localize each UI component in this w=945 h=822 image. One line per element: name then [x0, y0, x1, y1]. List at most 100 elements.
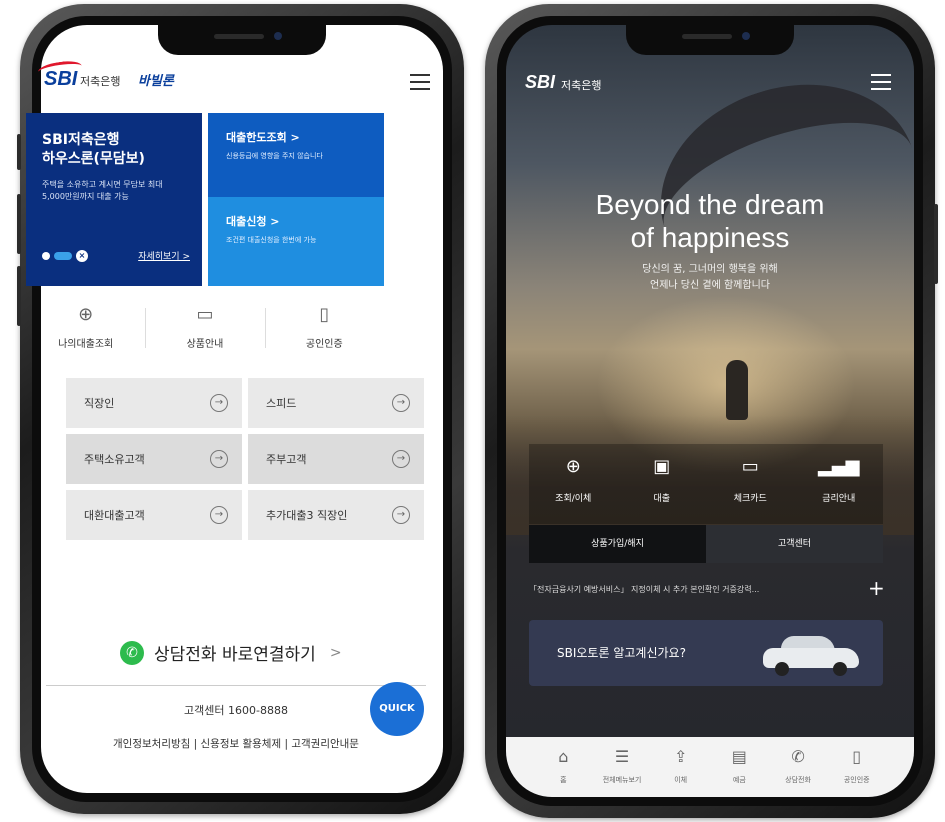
quick-label: 상품안내 [186, 339, 224, 350]
mobile-cert-icon: ▯ [319, 304, 330, 325]
speaker [682, 34, 732, 39]
nav-deposit[interactable]: ▤ 예금 [710, 737, 769, 797]
carousel-dot[interactable] [42, 252, 50, 260]
hero-line2: of happiness [630, 222, 790, 253]
nav-home[interactable]: ⌂ 홈 [534, 737, 593, 797]
tab-customer-center[interactable]: 고객센터 [706, 525, 883, 563]
divider [46, 685, 426, 686]
chevron-right-icon: > [329, 644, 342, 661]
footer-links[interactable]: 개인정보처리방침 | 신용정보 활용체제 | 고객권리안내문 [0, 736, 472, 751]
grid-office-worker[interactable]: 직장인 → [66, 378, 242, 428]
arrow-right-icon: → [392, 450, 410, 468]
grid-refinance[interactable]: 대환대출고객 → [66, 490, 242, 540]
quick-label: 공인인증 [305, 339, 343, 350]
promo-text: SBI오토론 알고계신가요? [557, 646, 686, 660]
menu-inquiry-transfer[interactable]: ⊕ 조회/이체 [529, 444, 618, 524]
grid-label: 스피드 [266, 397, 297, 410]
nav-label: 상담전화 [785, 776, 811, 784]
grid-speed[interactable]: 스피드 → [248, 378, 424, 428]
main-menu: ⊕ 조회/이체 ▣ 대출 ▭ 체크카드 ▂▄▆ 금리안내 [529, 444, 883, 524]
hero-line1: Beyond the dream [595, 189, 825, 220]
card-icon: ▭ [741, 456, 759, 477]
banner-title-line1: SBI저축은행 [42, 132, 120, 148]
bank-name: 저축은행 [561, 79, 602, 92]
sbi-logo[interactable]: SBI [37, 59, 83, 91]
camera [742, 32, 750, 40]
menu-icon[interactable] [871, 74, 891, 90]
transfer-icon: ⇪ [673, 747, 688, 766]
nav-certificate[interactable]: ▯ 공인인증 [827, 737, 886, 797]
loan-icon: ▣ [653, 456, 671, 477]
grid-label: 주택소유고객 [84, 453, 145, 466]
notch [158, 25, 326, 55]
briefcase-icon: ▭ [196, 304, 214, 325]
nav-transfer[interactable]: ⇪ 이체 [651, 737, 710, 797]
grid-additional-loan[interactable]: 추가대출3 직장인 → [248, 490, 424, 540]
hero-title: Beyond the dream of happiness [485, 188, 935, 254]
speaker [214, 34, 264, 39]
carousel-pause-icon[interactable]: × [76, 250, 88, 262]
tab-bar: 상품가입/해지 고객센터 [529, 525, 883, 563]
quick-certificate[interactable]: ▯ 공인인증 [264, 300, 384, 360]
houseloan-banner[interactable]: SBI저축은행 하우스론(무담보) 주택을 소유하고 계시면 무담보 최대 5,… [26, 113, 202, 286]
carousel-dot-active[interactable] [54, 252, 72, 260]
loan-apply-title: 대출신청 > [226, 215, 280, 228]
grid-label: 주부고객 [266, 453, 307, 466]
quick-my-loan[interactable]: ⊕ 나의대출조회 [26, 300, 145, 360]
menu-label: 체크카드 [733, 494, 767, 504]
grid-label: 추가대출3 직장인 [266, 509, 348, 522]
grid-label: 직장인 [84, 397, 115, 410]
plus-icon[interactable]: + [868, 576, 885, 600]
menu-label: 조회/이체 [555, 494, 592, 504]
call-text: 상담전화 바로연결하기 [154, 645, 316, 665]
loan-apply-tile[interactable]: 대출신청 > 조건편 대출신청을 한번에 가능 [208, 197, 384, 286]
right-app: SBI 저축은행 Beyond the dream of happiness 당… [485, 4, 935, 818]
arrow-right-icon: → [210, 506, 228, 524]
nav-all-menu[interactable]: ☰ 전체메뉴보기 [593, 737, 652, 797]
car-wheel [833, 662, 847, 676]
quick-menu: ⊕ 나의대출조회 ▭ 상품안내 ▯ 공인인증 [26, 300, 384, 360]
hero-subtitle: 당신의 꿈, 그너머의 행복을 위해 언제나 당신 곁에 함께합니다 [485, 262, 935, 294]
grid-label: 대환대출고객 [84, 509, 145, 522]
cert-icon: ▯ [852, 747, 862, 766]
arrow-right-icon: → [392, 394, 410, 412]
hero-sub-line1: 당신의 꿈, 그너머의 행복을 위해 [642, 264, 778, 275]
menu-icon[interactable] [410, 74, 430, 90]
list-icon: ☰ [614, 747, 630, 766]
bank-name: 저축은행 [80, 75, 121, 88]
grid-housewife[interactable]: 주부고객 → [248, 434, 424, 484]
arrow-right-icon: → [210, 450, 228, 468]
menu-loan[interactable]: ▣ 대출 [618, 444, 707, 524]
banner-more-link[interactable]: 자세히보기 > [138, 249, 190, 262]
bottom-nav: ⌂ 홈 ☰ 전체메뉴보기 ⇪ 이체 ▤ 예금 ✆ 상담전화 ▯ 공인인증 [506, 737, 914, 797]
home-icon: ⌂ [558, 747, 569, 766]
nav-label: 공인인증 [843, 776, 870, 784]
loan-apply-sub: 조건편 대출신청을 한번에 가능 [226, 236, 317, 244]
nav-call[interactable]: ✆ 상담전화 [769, 737, 828, 797]
loan-limit-sub: 신용등급에 영향을 주지 않습니다 [226, 152, 323, 160]
search-plus-icon: ⊕ [565, 456, 581, 477]
menu-check-card[interactable]: ▭ 체크카드 [706, 444, 795, 524]
chart-icon: ▂▄▆ [817, 456, 860, 477]
mockup-stage: SBI 저축은행 바빌론 SBI저축은행 하우스론(무담보) 주택을 소유하고 … [0, 0, 945, 822]
loan-limit-title: 대출한도조회 > [226, 131, 300, 144]
autoloan-promo[interactable]: SBI오토론 알고계신가요? [529, 620, 883, 686]
arrow-right-icon: → [392, 506, 410, 524]
menu-interest[interactable]: ▂▄▆ 금리안내 [795, 444, 884, 524]
left-header: SBI 저축은행 바빌론 [26, 59, 446, 102]
deposit-icon: ▤ [731, 747, 747, 766]
phone-icon: ✆ [791, 747, 805, 766]
tab-product-signup[interactable]: 상품가입/해지 [529, 525, 706, 563]
quick-products[interactable]: ▭ 상품안내 [145, 300, 264, 360]
loan-limit-tile[interactable]: 대출한도조회 > 신용등급에 영향을 주지 않습니다 [208, 113, 384, 197]
quick-button[interactable]: QUICK [370, 682, 424, 736]
call-link[interactable]: ✆ 상담전화 바로연결하기 > [120, 640, 342, 665]
brand-name: 바빌론 [138, 74, 174, 89]
sbi-logo[interactable]: SBI [525, 72, 555, 93]
notice-text[interactable]: 「전자금융사기 예방서비스」 지정이체 시 추가 본인확인 거증강력... [529, 584, 883, 595]
hero-sub-line2: 언제나 당신 곁에 함께합니다 [650, 280, 770, 291]
search-plus-icon: ⊕ [78, 304, 94, 325]
carousel-indicator[interactable]: × [42, 250, 88, 262]
grid-homeowner[interactable]: 주택소유고객 → [66, 434, 242, 484]
banner-title-line2: 하우스론(무담보) [42, 151, 145, 167]
